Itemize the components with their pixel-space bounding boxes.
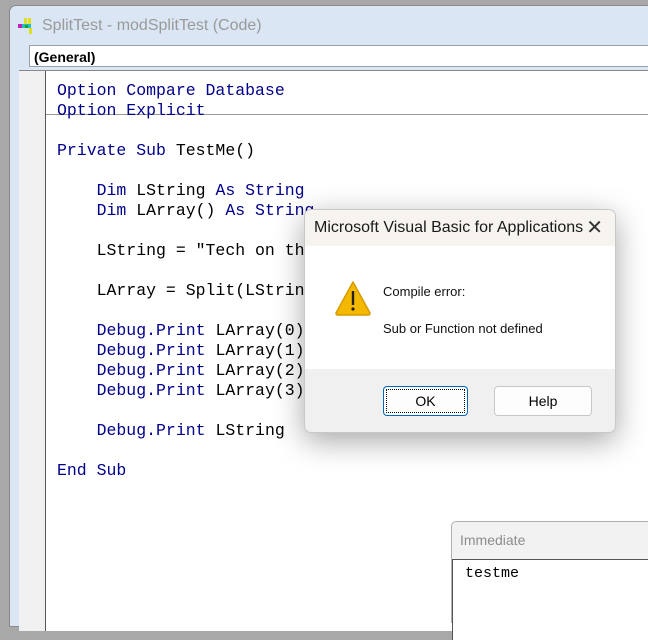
close-icon[interactable]: ✕ — [586, 210, 603, 246]
code-text: LArray(3) — [215, 381, 305, 400]
error-dialog: Microsoft Visual Basic for Applications … — [304, 209, 616, 433]
code-text: LString — [136, 181, 216, 200]
error-title: Compile error: — [383, 284, 466, 299]
window-title: SplitTest - modSplitTest (Code) — [42, 17, 262, 34]
code-text: LArray(1) — [215, 341, 305, 360]
code-keyword: Debug.Print — [57, 361, 216, 380]
code-text: TestMe() — [175, 141, 256, 160]
code-line: Private Sub TestMe() — [57, 141, 255, 161]
code-line: LString = "Tech on th — [57, 241, 305, 261]
vba-module-icon — [18, 18, 32, 34]
code-text: LArray(2) — [215, 361, 305, 380]
immediate-title: Immediate — [460, 532, 526, 548]
margin-indicator-bar[interactable] — [19, 71, 46, 631]
code-keyword: Option Compare Database — [57, 81, 285, 100]
code-line: Dim LString As String — [57, 181, 305, 201]
dialog-title: Microsoft Visual Basic for Applications — [314, 219, 584, 236]
code-line: End Sub — [57, 461, 126, 481]
code-line: Debug.Print LString — [57, 421, 285, 441]
immediate-window: Immediate testme — [451, 521, 648, 640]
code-keyword: Option Explicit — [57, 101, 206, 120]
dialog-title-bar: Microsoft Visual Basic for Applications … — [305, 210, 615, 246]
code-keyword: As String — [215, 181, 305, 200]
code-keyword: Private Sub — [57, 141, 176, 160]
code-keyword: Dim — [57, 181, 137, 200]
code-line: LArray = Split(LStrin — [57, 281, 305, 301]
code-line: Option Compare Database — [57, 81, 285, 101]
object-dropdown[interactable]: (General) — [29, 45, 648, 67]
code-text: LArray = Split(LStrin — [57, 281, 305, 300]
error-message: Sub or Function not defined — [383, 321, 543, 336]
code-line: Debug.Print LArray(2) — [57, 361, 305, 381]
code-keyword: Debug.Print — [57, 321, 216, 340]
immediate-text: testme — [465, 565, 520, 582]
code-line: Debug.Print LArray(1) — [57, 341, 305, 361]
code-text: LString — [215, 421, 285, 440]
code-keyword: As String — [225, 201, 315, 220]
code-line: Debug.Print LArray(3) — [57, 381, 305, 401]
code-text: LArray() — [136, 201, 226, 220]
code-text: LString = "Tech on th — [57, 241, 305, 260]
code-line: Debug.Print LArray(0) — [57, 321, 305, 341]
code-keyword: Dim — [57, 201, 137, 220]
code-line: Option Explicit — [57, 101, 206, 121]
help-button[interactable]: Help — [494, 386, 592, 416]
code-keyword: Debug.Print — [57, 341, 216, 360]
code-line: Dim LArray() As String — [57, 201, 315, 221]
code-keyword: Debug.Print — [57, 381, 216, 400]
ok-button[interactable]: OK — [383, 386, 468, 416]
dialog-body: Compile error: Sub or Function not defin… — [305, 246, 615, 369]
code-keyword: Debug.Print — [57, 421, 216, 440]
warning-icon — [335, 281, 371, 316]
code-text: LArray(0) — [215, 321, 305, 340]
immediate-input[interactable]: testme — [452, 559, 648, 640]
code-keyword: End Sub — [57, 461, 127, 480]
